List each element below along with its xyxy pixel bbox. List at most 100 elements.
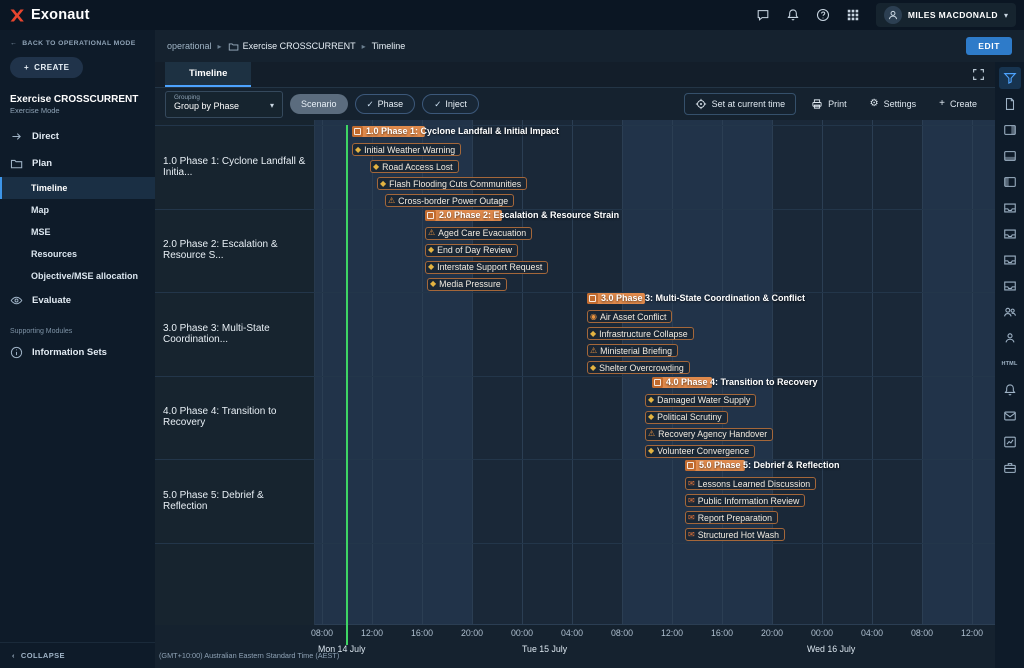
help-icon[interactable]	[810, 3, 836, 27]
bell-icon[interactable]	[999, 379, 1021, 401]
inject-chip[interactable]: ◆Volunteer Convergence	[645, 445, 755, 458]
phase-bar-label: 3.0 Phase 3: Multi-State Coordination & …	[601, 293, 805, 304]
gridline	[972, 120, 973, 624]
chat-icon[interactable]	[750, 3, 776, 27]
inject-chip[interactable]: ◆Flash Flooding Cuts Communities	[377, 177, 527, 190]
set-current-time-button[interactable]: Set at current time	[684, 93, 797, 115]
sidebar-item-mse[interactable]: MSE	[0, 221, 155, 243]
diamond-icon: ◆	[355, 146, 361, 154]
diamond-icon: ◆	[648, 447, 654, 455]
axis-tick-label: 12:00	[347, 628, 397, 638]
inject-chip[interactable]: ◆Road Access Lost	[370, 160, 459, 173]
button-label: Settings	[884, 99, 917, 109]
sidebar-item-direct[interactable]: Direct	[0, 123, 155, 150]
envelope-icon: ✉	[688, 531, 695, 539]
grouping-select[interactable]: Grouping Group by Phase ▾	[165, 91, 283, 118]
inject-chip[interactable]: ⚠Aged Care Evacuation	[425, 227, 532, 240]
sidebar-item-plan[interactable]: Plan	[0, 150, 155, 177]
inject-label: Damaged Water Supply	[657, 395, 750, 405]
gridline	[572, 120, 573, 624]
inject-chip[interactable]: ✉Report Preparation	[685, 511, 778, 524]
inject-chip[interactable]: ◆Shelter Overcrowding	[587, 361, 690, 374]
supporting-modules-label: Supporting Modules	[0, 314, 155, 339]
html-icon[interactable]: HTML	[999, 353, 1021, 375]
triangle-icon: ⚠	[590, 347, 597, 355]
triangle-icon: ⚠	[428, 229, 435, 237]
phase-icon	[652, 377, 663, 388]
sidebar-item-objective-mse-allocation[interactable]: Objective/MSE allocation	[0, 265, 155, 287]
sidebar-item-information-sets[interactable]: Information Sets	[0, 339, 155, 366]
briefcase-icon[interactable]	[999, 457, 1021, 479]
button-label: Set at current time	[712, 99, 786, 109]
phase-row-label: 1.0 Phase 1: Cyclone Landfall & Initia..…	[155, 125, 315, 209]
chart-icon[interactable]	[999, 431, 1021, 453]
inject-label: Structured Hot Wash	[698, 530, 779, 540]
fullscreen-icon[interactable]	[972, 68, 985, 86]
sidebar-item-resources[interactable]: Resources	[0, 243, 155, 265]
inject-chip[interactable]: ⚠Cross-border Power Outage	[385, 194, 514, 207]
users-icon[interactable]	[999, 301, 1021, 323]
inject-chip[interactable]: ✉Lessons Learned Discussion	[685, 477, 816, 490]
sidebar-item-map[interactable]: Map	[0, 199, 155, 221]
inject-filter-chip[interactable]: ✓ Inject	[422, 94, 479, 114]
printer-icon	[811, 98, 823, 110]
folder-icon	[228, 41, 239, 52]
phase-filter-chip[interactable]: ✓ Phase	[355, 94, 416, 114]
inject-chip[interactable]: ⚠Ministerial Briefing	[587, 344, 678, 357]
document-icon[interactable]	[999, 93, 1021, 115]
collapse-button[interactable]: ‹ COLLAPSE	[0, 642, 155, 668]
user-group-icon[interactable]	[999, 327, 1021, 349]
inject-chip[interactable]: ◆Political Scrutiny	[645, 411, 728, 424]
sidebar-item-timeline[interactable]: Timeline	[0, 177, 155, 199]
sidebar-item-evaluate[interactable]: Evaluate	[0, 287, 155, 314]
panel-right-icon[interactable]	[999, 119, 1021, 141]
tray-icon[interactable]	[999, 223, 1021, 245]
create-item-button[interactable]: + Create	[931, 95, 985, 113]
gantt-row-labels: 1.0 Phase 1: Cyclone Landfall & Initia..…	[155, 120, 315, 625]
breadcrumb-exercise[interactable]: Exercise CROSSCURRENT	[243, 41, 356, 51]
inject-label: Cross-border Power Outage	[398, 196, 508, 206]
inject-chip[interactable]: ◆Infrastructure Collapse	[587, 327, 694, 340]
panel-left-icon[interactable]	[999, 171, 1021, 193]
inject-chip[interactable]: ◆Media Pressure	[427, 278, 507, 291]
timezone-label: (GMT+10:00) Australian Eastern Standard …	[159, 651, 339, 660]
axis-date-label: Wed 16 July	[807, 644, 855, 654]
inject-chip[interactable]: ◉Air Asset Conflict	[587, 310, 672, 323]
back-to-operational-button[interactable]: ← BACK TO OPERATIONAL MODE	[0, 30, 155, 55]
axis-tick-label: 08:00	[297, 628, 347, 638]
filter-icon[interactable]	[999, 67, 1021, 89]
tray-icon[interactable]	[999, 197, 1021, 219]
button-label: Create	[950, 99, 977, 109]
triangle-icon: ⚠	[648, 430, 655, 438]
inject-chip[interactable]: ◆Damaged Water Supply	[645, 394, 756, 407]
top-bar: Exonaut MILES MACDONALD ▾	[0, 0, 1024, 30]
inject-label: Air Asset Conflict	[600, 312, 667, 322]
breadcrumb-root[interactable]: operational	[167, 41, 212, 51]
main-content: Timeline Grouping Group by Phase ▾ Scena…	[155, 62, 995, 668]
breadcrumb-page: Timeline	[372, 41, 406, 51]
tab-timeline[interactable]: Timeline	[165, 61, 251, 87]
edit-button[interactable]: EDIT	[966, 37, 1012, 55]
inject-chip[interactable]: ✉Structured Hot Wash	[685, 528, 785, 541]
mail-icon[interactable]	[999, 405, 1021, 427]
apps-grid-icon[interactable]	[840, 3, 866, 27]
exonaut-x-icon	[8, 7, 25, 24]
settings-button[interactable]: ⚙ Settings	[862, 95, 925, 113]
inject-chip[interactable]: ✉Public Information Review	[685, 494, 805, 507]
print-button[interactable]: Print	[803, 94, 855, 114]
scenario-filter-chip[interactable]: Scenario	[290, 94, 348, 114]
gantt-chart[interactable]: 1.0 Phase 1: Cyclone Landfall & Initial …	[315, 120, 995, 625]
inject-chip[interactable]: ◆End of Day Review	[425, 244, 518, 257]
inject-chip[interactable]: ◆Interstate Support Request	[425, 261, 548, 274]
chip-label: Inject	[445, 99, 467, 109]
inject-chip[interactable]: ⚠Recovery Agency Handover	[645, 428, 773, 441]
bell-icon[interactable]	[780, 3, 806, 27]
inject-chip[interactable]: ◆Initial Weather Warning	[352, 143, 461, 156]
tray-icon[interactable]	[999, 275, 1021, 297]
panel-bottom-icon[interactable]	[999, 145, 1021, 167]
user-menu[interactable]: MILES MACDONALD ▾	[876, 3, 1016, 27]
inject-label: Aged Care Evacuation	[438, 228, 526, 238]
tray-icon[interactable]	[999, 249, 1021, 271]
create-button[interactable]: + CREATE	[10, 57, 83, 78]
direct-icon	[10, 130, 24, 143]
